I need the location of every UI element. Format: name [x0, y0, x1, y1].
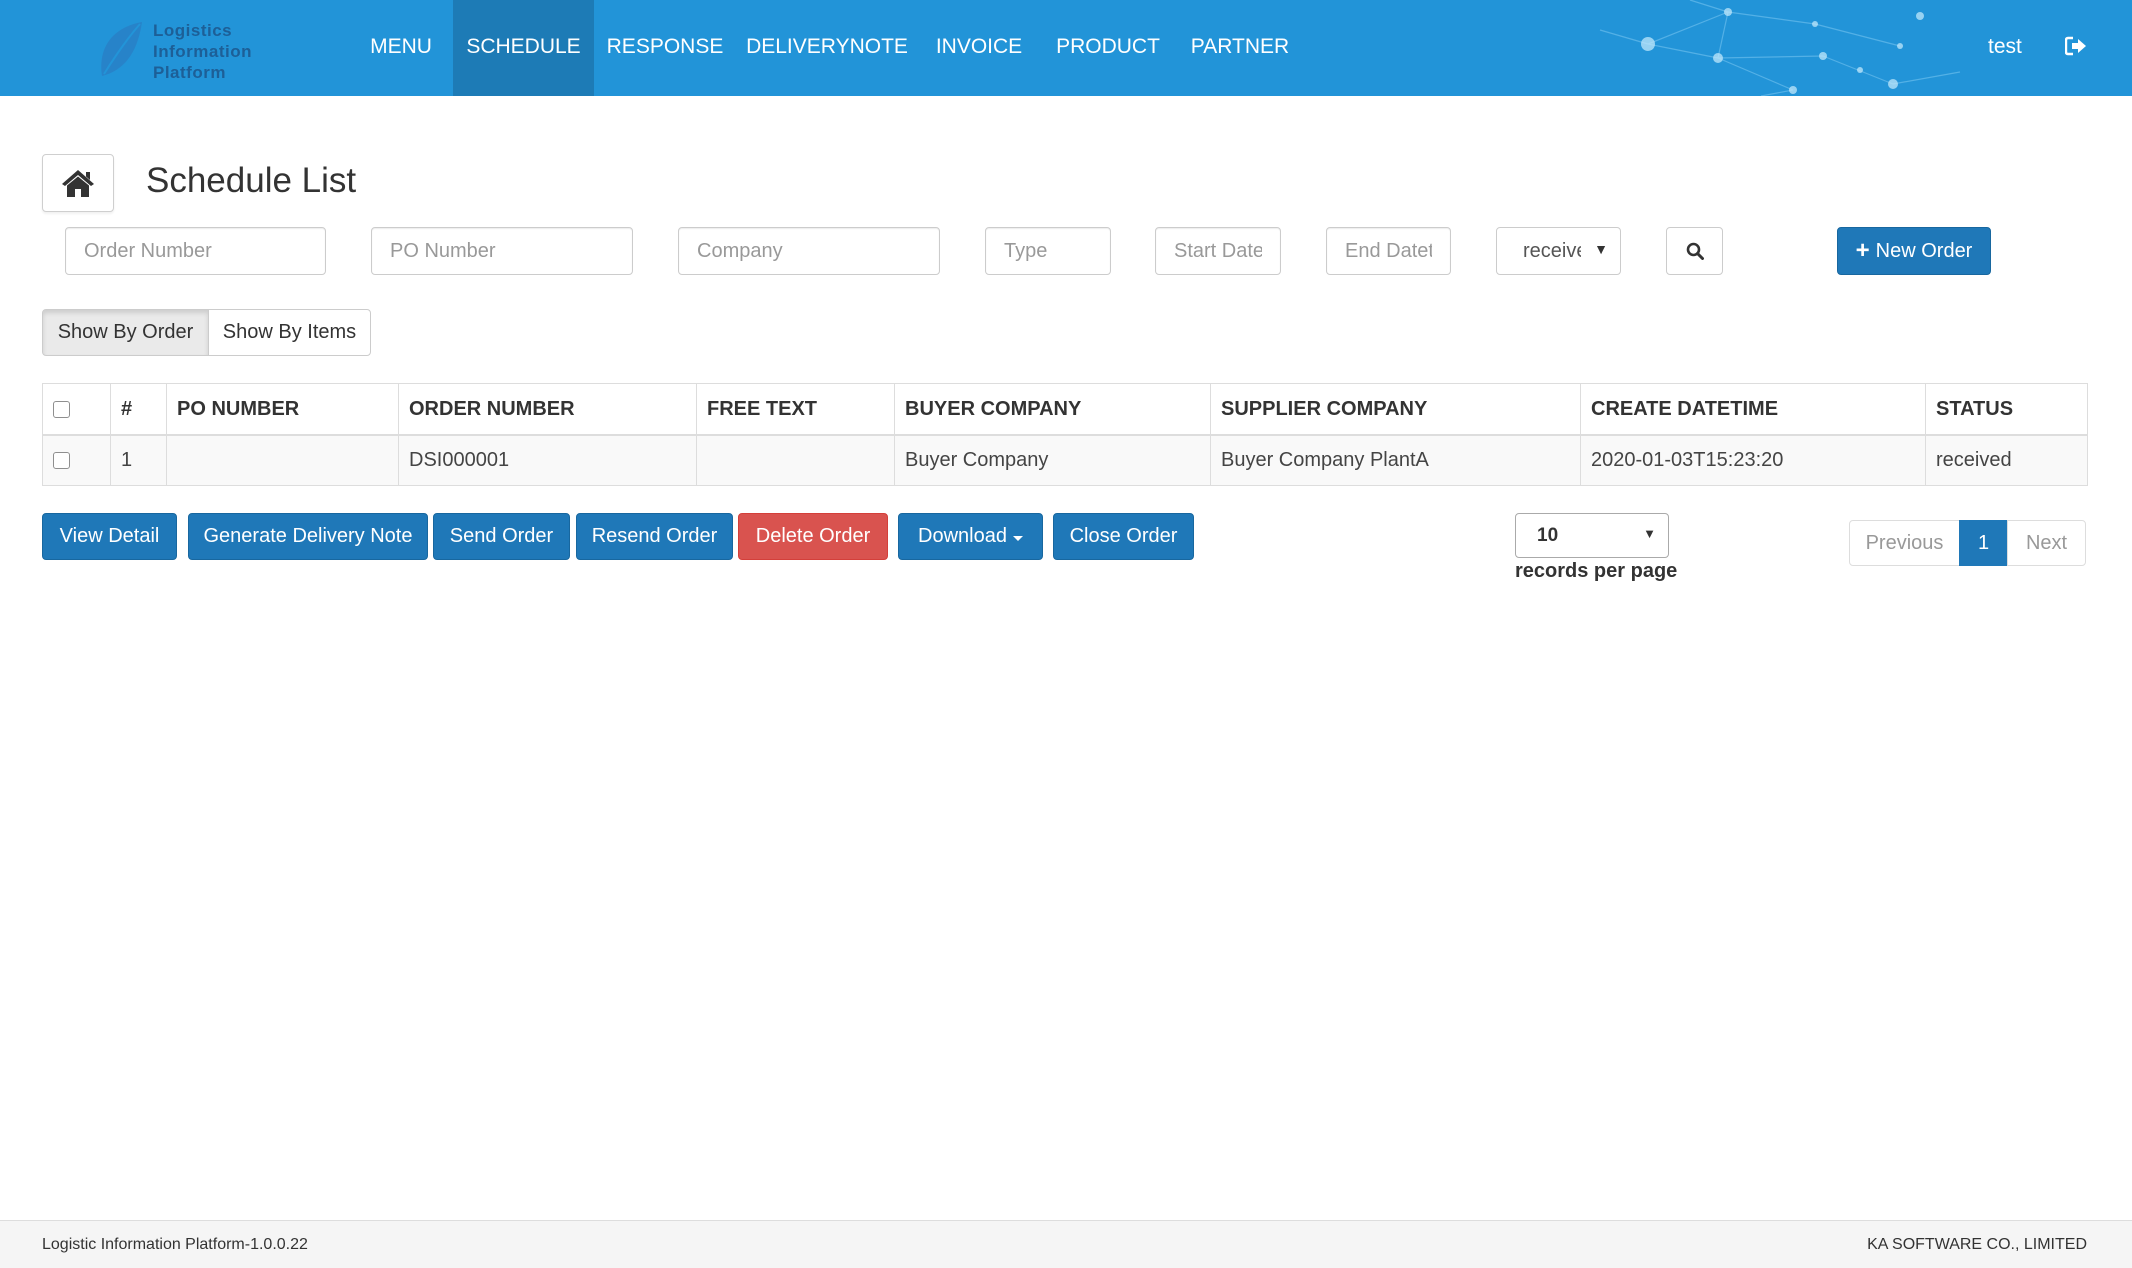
cell-status: received: [1925, 434, 2088, 486]
previous-page-button[interactable]: Previous: [1849, 520, 1960, 566]
logo-line-3: Platform: [153, 63, 226, 82]
plus-icon: +: [1855, 237, 1870, 264]
row-checkbox[interactable]: [53, 452, 70, 470]
nav-response[interactable]: RESPONSE: [598, 0, 732, 96]
select-all-checkbox[interactable]: [53, 400, 70, 418]
user-name[interactable]: test: [1988, 0, 2022, 94]
new-order-label: New Order: [1875, 239, 1973, 262]
column-header-supplier-company[interactable]: SUPPLIER COMPANY: [1210, 383, 1581, 436]
view-detail-button[interactable]: View Detail: [42, 513, 177, 560]
select-all-cell: [42, 383, 111, 436]
download-dropdown-button[interactable]: Download: [898, 513, 1043, 560]
type-input[interactable]: [985, 227, 1111, 275]
column-header-status[interactable]: STATUS: [1925, 383, 2088, 436]
download-label: Download: [918, 525, 1007, 547]
table-header-row: # PO NUMBER ORDER NUMBER FREE TEXT BUYER…: [42, 383, 2088, 436]
po-number-input[interactable]: [371, 227, 633, 275]
column-header-create-datetime[interactable]: CREATE DATETIME: [1580, 383, 1926, 436]
nav-schedule[interactable]: SCHEDULE: [453, 0, 594, 96]
table-row[interactable]: 1 DSI000001 Buyer Company Buyer Company …: [42, 434, 2088, 486]
records-per-page-select[interactable]: 10 ▼: [1515, 513, 1669, 558]
home-button[interactable]: [42, 154, 114, 212]
company-input[interactable]: [678, 227, 940, 275]
footer-version: Logistic Information Platform-1.0.0.22: [42, 1236, 308, 1253]
schedule-table: # PO NUMBER ORDER NUMBER FREE TEXT BUYER…: [42, 383, 2088, 486]
nav-menu[interactable]: MENU: [354, 0, 448, 96]
next-page-button[interactable]: Next: [2007, 520, 2086, 566]
footer-company: KA SOFTWARE CO., LIMITED: [1867, 1236, 2087, 1253]
cell-buyer-company: Buyer Company: [894, 434, 1211, 486]
dropdown-caret-icon: ▼: [1643, 526, 1656, 541]
show-by-order-toggle[interactable]: Show By Order: [42, 309, 209, 356]
records-per-page-label: records per page: [1515, 560, 1678, 582]
column-header-num: #: [110, 383, 167, 436]
close-order-button[interactable]: Close Order: [1053, 513, 1194, 560]
end-date-input[interactable]: [1326, 227, 1451, 275]
cell-num: 1: [110, 434, 167, 486]
dropdown-caret-icon: ▼: [1594, 241, 1608, 257]
top-navbar: Logistics Information Platform MENU SCHE…: [0, 0, 2132, 96]
pagination: Previous 1 Next: [1849, 520, 2086, 566]
delete-order-button[interactable]: Delete Order: [738, 513, 888, 560]
nav-deliverynote[interactable]: DELIVERYNOTE: [742, 0, 912, 96]
app-logo[interactable]: Logistics Information Platform: [96, 18, 276, 84]
page-button-current[interactable]: 1: [1959, 520, 2008, 566]
resend-order-button[interactable]: Resend Order: [576, 513, 733, 560]
generate-delivery-note-button[interactable]: Generate Delivery Note: [188, 513, 428, 560]
order-number-input[interactable]: [65, 227, 326, 275]
cell-free-text: [696, 434, 895, 486]
page-title: Schedule List: [146, 161, 357, 200]
search-button[interactable]: [1666, 227, 1723, 275]
show-by-items-toggle[interactable]: Show By Items: [208, 309, 371, 356]
home-icon: [62, 170, 94, 197]
column-header-buyer-company[interactable]: BUYER COMPANY: [894, 383, 1211, 436]
new-order-button[interactable]: + New Order: [1837, 227, 1991, 275]
row-select-cell: [42, 434, 111, 486]
logout-icon[interactable]: [2065, 36, 2087, 56]
logo-line-1: Logistics: [153, 21, 233, 40]
column-header-po-number[interactable]: PO NUMBER: [166, 383, 399, 436]
status-select[interactable]: received ▼: [1496, 227, 1621, 275]
cell-supplier-company: Buyer Company PlantA: [1210, 434, 1581, 486]
nav-partner[interactable]: PARTNER: [1188, 0, 1292, 96]
column-header-order-number[interactable]: ORDER NUMBER: [398, 383, 697, 436]
status-select-value: received: [1523, 240, 1581, 262]
search-icon: [1686, 242, 1704, 260]
cell-po-number: [166, 434, 399, 486]
send-order-button[interactable]: Send Order: [433, 513, 570, 560]
nav-product[interactable]: PRODUCT: [1050, 0, 1166, 96]
records-per-page-value: 10: [1537, 525, 1559, 546]
nav-invoice[interactable]: INVOICE: [925, 0, 1033, 96]
footer: Logistic Information Platform-1.0.0.22 K…: [0, 1220, 2132, 1268]
cell-order-number: DSI000001: [398, 434, 697, 486]
start-date-input[interactable]: [1155, 227, 1281, 275]
logo-line-2: Information: [153, 42, 252, 61]
leaf-logo-icon: [101, 22, 142, 76]
caret-down-icon: [1012, 535, 1023, 541]
cell-create-datetime: 2020-01-03T15:23:20: [1580, 434, 1926, 486]
column-header-free-text[interactable]: FREE TEXT: [696, 383, 895, 436]
